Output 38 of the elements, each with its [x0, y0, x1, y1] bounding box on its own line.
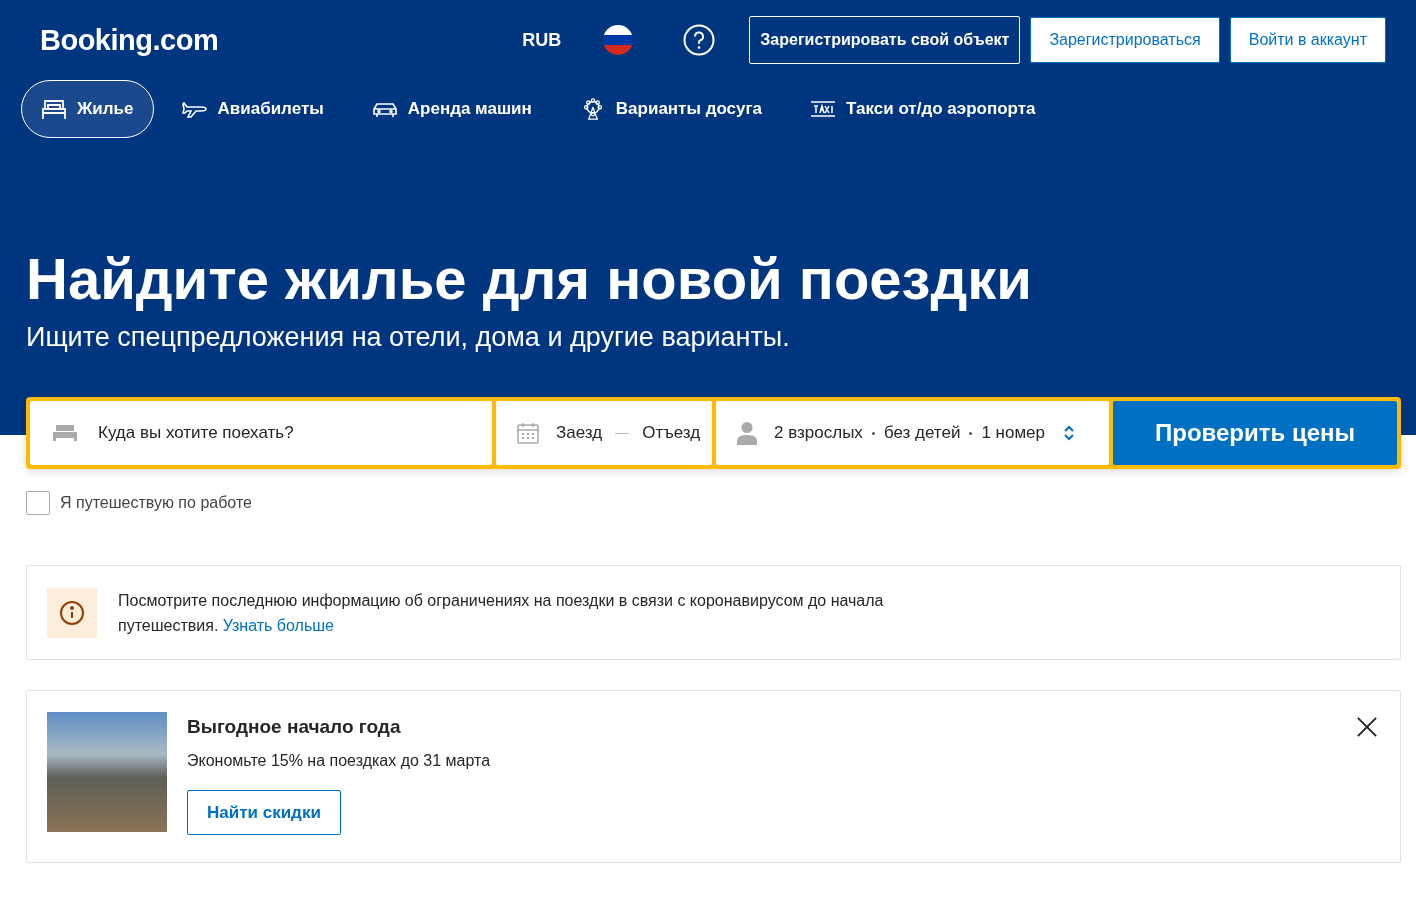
nav-tab[interactable]: Жилье — [21, 80, 154, 138]
info-icon — [47, 587, 97, 638]
guests-value: 2 взрослых — [774, 423, 863, 443]
bed-icon — [52, 423, 78, 443]
person-icon — [736, 421, 758, 445]
checkbox-label: Я путешествую по работе — [60, 494, 252, 512]
bed-icon — [41, 98, 67, 120]
help-icon[interactable] — [683, 24, 716, 56]
calendar-icon — [516, 421, 540, 445]
chevron-up-down-icon — [1063, 424, 1075, 442]
learn-more-link[interactable]: Узнать больше — [222, 616, 334, 634]
close-icon[interactable] — [1356, 716, 1378, 738]
header-button[interactable]: Войти в аккаунт — [1229, 17, 1386, 63]
taxi-sign-icon — [810, 98, 837, 120]
currency-button[interactable]: RUB — [510, 21, 574, 59]
checkbox[interactable] — [26, 491, 50, 515]
guests-value: 1 номер — [981, 423, 1045, 443]
nav-tab[interactable]: Такси от/до аэропорта — [790, 80, 1056, 138]
promo-title: Выгодное начало года — [187, 716, 402, 738]
nav-tab[interactable]: Авиабилеты — [161, 80, 344, 138]
find-deals-button[interactable]: Найти скидки — [187, 790, 341, 835]
header-button[interactable]: Зарегистрироваться — [1030, 17, 1220, 63]
checkout-label: Отъезд — [642, 423, 701, 443]
notice-text: Посмотрите последнюю информацию об ограничениях на поездки в связи с коронавирусом до начала путешествия. Узнать больше — [118, 590, 885, 636]
header-button[interactable]: Зарегистрировать свой объект — [749, 16, 1021, 64]
checkin-label: Заезд — [556, 423, 603, 443]
logo[interactable]: Booking.com — [40, 23, 219, 57]
hero-title: Найдите жилье для новой поездки — [26, 245, 1033, 313]
guests-value: без детей — [883, 423, 961, 443]
destination-field[interactable]: Куда вы хотите поехать? — [30, 401, 492, 465]
nav-tab[interactable]: Аренда машин — [351, 80, 552, 138]
promo-text: Экономьте 15% на поездках до 31 марта — [187, 752, 491, 770]
guests-field[interactable]: 2 взрослых без детей 1 номер — [716, 401, 1109, 465]
hero-subtitle: Ищите спецпредложения на отели, дома и другие варианты. — [26, 321, 791, 353]
nav-tab[interactable]: Варианты досуга — [559, 80, 783, 138]
flag-icon[interactable] — [603, 25, 634, 55]
dates-field[interactable]: Заезд Отъезд — [496, 401, 712, 465]
check-prices-button[interactable]: Проверить цены — [1113, 401, 1397, 465]
